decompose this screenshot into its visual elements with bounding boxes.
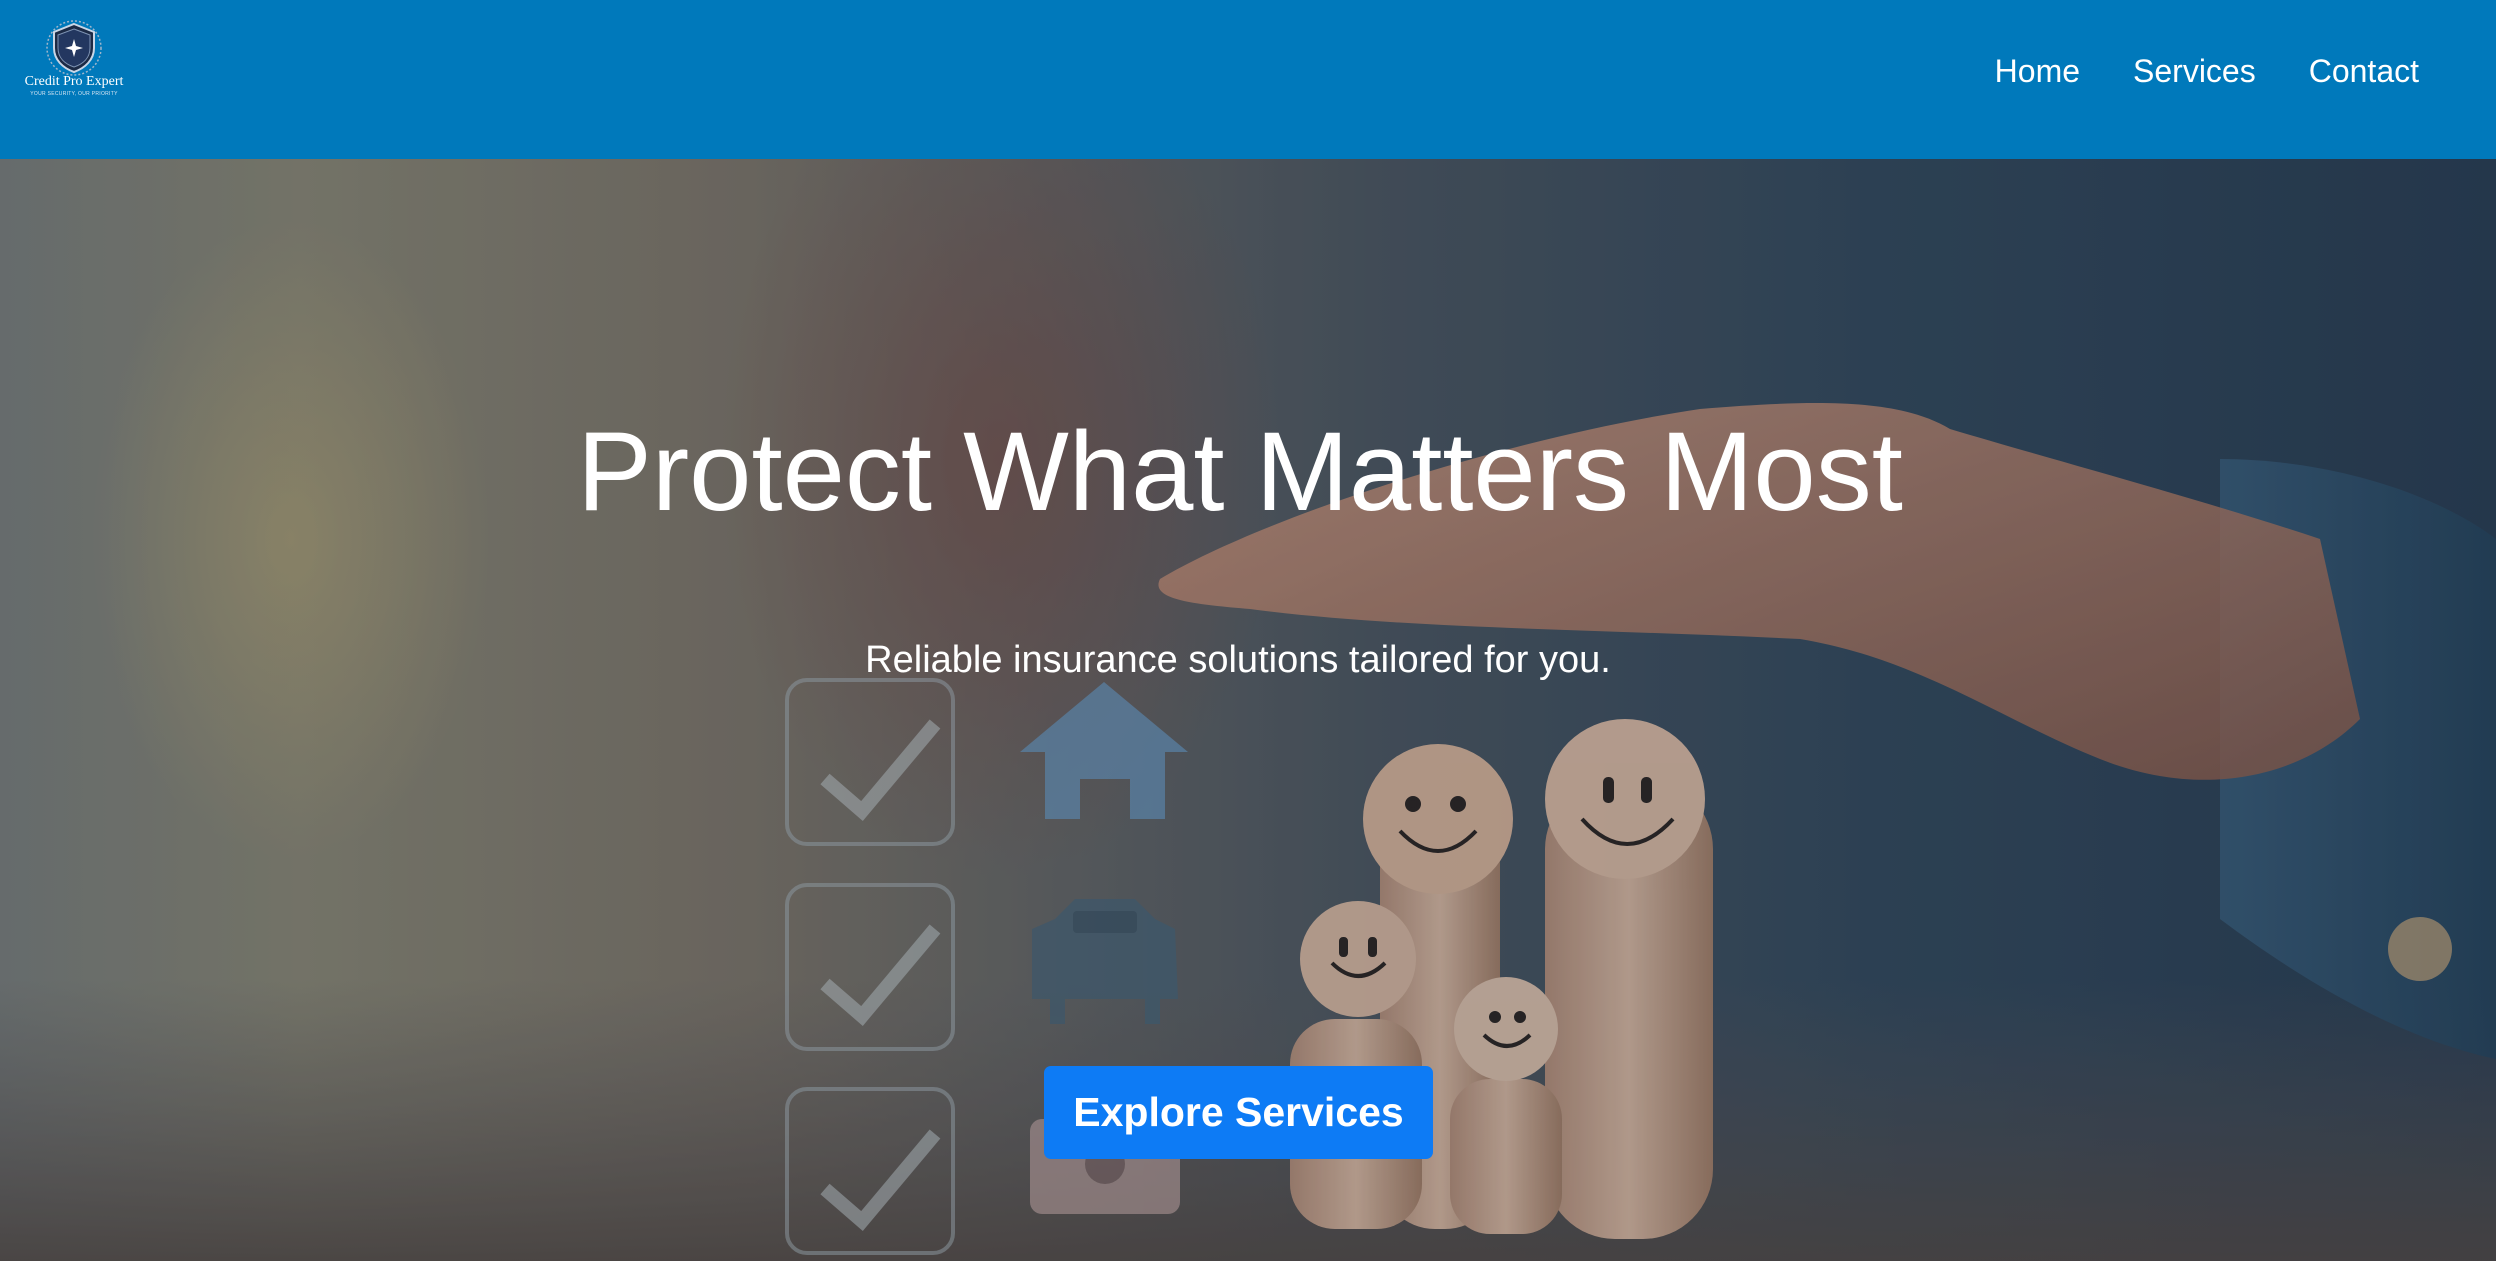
nav-services[interactable]: Services <box>2133 52 2256 90</box>
nav-contact[interactable]: Contact <box>2309 52 2419 90</box>
brand-logo[interactable]: Credit Pro Expert YOUR SECURITY, OUR PRI… <box>18 18 130 110</box>
shield-icon <box>46 20 102 76</box>
main-nav: Home Services Contact <box>1995 52 2419 90</box>
nav-home[interactable]: Home <box>1995 52 2080 90</box>
brand-tagline: YOUR SECURITY, OUR PRIORITY <box>30 91 118 97</box>
explore-services-button[interactable]: Explore Services <box>1044 1066 1433 1159</box>
hero-title: Protect What Matters Most <box>577 409 1903 534</box>
site-header: Credit Pro Expert YOUR SECURITY, OUR PRI… <box>0 0 2496 159</box>
page: Credit Pro Expert YOUR SECURITY, OUR PRI… <box>0 0 2496 1261</box>
brand-name: Credit Pro Expert <box>24 74 124 89</box>
hero-section: Protect What Matters Most Reliable insur… <box>0 159 2496 1261</box>
hero-subtitle: Reliable insurance solutions tailored fo… <box>865 639 1611 681</box>
